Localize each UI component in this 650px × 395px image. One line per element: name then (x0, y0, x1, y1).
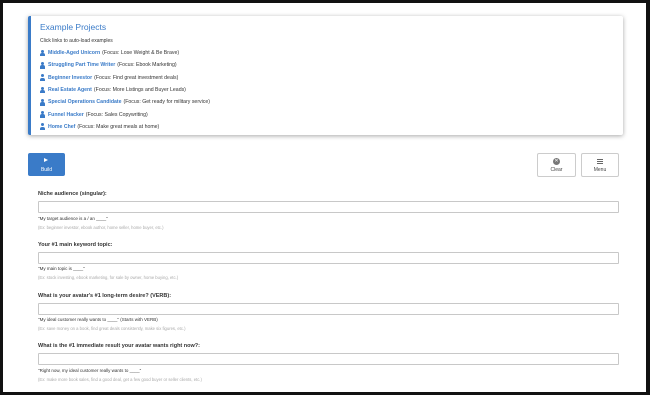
niche-audience-input[interactable] (38, 201, 619, 213)
example-projects-list: Middle-Aged Unicorn (Focus: Lose Weight … (40, 47, 600, 133)
project-item: Funnel Hacker (Focus: Sales Copywriting) (40, 108, 600, 120)
user-icon (40, 98, 45, 106)
project-item: Beginner Investor (Focus: Find great inv… (40, 72, 600, 84)
long-term-desire-input[interactable] (38, 303, 619, 315)
niche-audience-label: Niche audience (singular): (38, 191, 107, 197)
clear-button[interactable]: ✕ Clear (537, 153, 576, 177)
immediate-result-input[interactable] (38, 353, 619, 365)
project-focus: (Focus: Get ready for military service) (123, 99, 210, 106)
keyword-topic-input[interactable] (38, 252, 619, 264)
long-term-desire-example: (Ex: save money on a book, find great de… (38, 326, 186, 331)
immediate-result-hint: "Right now, my ideal customer really wan… (38, 368, 142, 373)
project-link[interactable]: Beginner Investor (48, 75, 92, 81)
project-item: Middle-Aged Unicorn (Focus: Lose Weight … (40, 47, 600, 59)
project-item: Home Chef (Focus: Make great meals at ho… (40, 121, 600, 133)
niche-audience-example: (Ex: beginner investor, ebook author, ho… (38, 225, 164, 230)
project-focus: (Focus: Make great meals at home) (77, 123, 160, 130)
hamburger-icon (597, 159, 603, 164)
niche-audience-hint: "My target audience is a / an ____" (38, 216, 108, 221)
example-projects-hint: Click links to auto-load examples (40, 38, 113, 44)
example-projects-panel: Example Projects Click links to auto-loa… (28, 16, 623, 135)
user-icon (40, 74, 45, 82)
project-link[interactable]: Special Operations Candidate (48, 99, 122, 105)
menu-button-label: Menu (593, 167, 607, 173)
long-term-desire-hint: "My ideal customer really wants to ____"… (38, 317, 158, 322)
project-link[interactable]: Real Estate Agent (48, 87, 92, 93)
immediate-result-example: (Ex: make more book sales, find a good d… (38, 377, 202, 382)
page-frame: Example Projects Click links to auto-loa… (3, 3, 646, 392)
clear-icon: ✕ (553, 158, 560, 165)
project-focus: (Focus: Find great investment deals) (94, 74, 179, 81)
play-icon (44, 158, 48, 162)
menu-button[interactable]: Menu (581, 153, 619, 177)
project-item: Struggling Part Time Writer (Focus: Eboo… (40, 59, 600, 71)
project-item: Real Estate Agent (Focus: More Listings … (40, 84, 600, 96)
clear-button-label: Clear (550, 167, 563, 173)
project-focus: (Focus: Ebook Marketing) (117, 62, 177, 69)
long-term-desire-label: What is your avatar's #1 long-term desir… (38, 293, 172, 299)
user-icon (40, 49, 45, 57)
user-icon (40, 111, 45, 118)
example-projects-title: Example Projects (40, 22, 107, 32)
project-link[interactable]: Home Chef (48, 124, 75, 130)
project-item: Special Operations Candidate (Focus: Get… (40, 96, 600, 108)
keyword-topic-example: (Ex: stock investing, ebook marketing, f… (38, 275, 179, 280)
build-button[interactable]: Build (28, 153, 65, 176)
project-link[interactable]: Funnel Hacker (48, 112, 84, 118)
build-button-label: Build (40, 167, 53, 173)
project-focus: (Focus: Sales Copywriting) (85, 111, 148, 118)
user-icon (40, 123, 45, 131)
keyword-topic-label: Your #1 main keyword topic: (38, 242, 113, 248)
project-link[interactable]: Struggling Part Time Writer (48, 62, 115, 68)
user-icon (40, 86, 45, 94)
keyword-topic-hint: "My main topic is ____" (38, 266, 85, 271)
project-focus: (Focus: Lose Weight & Be Brave) (102, 50, 180, 57)
immediate-result-label: What is the #1 immediate result your ava… (38, 343, 200, 349)
project-focus: (Focus: More Listings and Buyer Leads) (93, 87, 186, 94)
project-link[interactable]: Middle-Aged Unicorn (48, 50, 100, 56)
user-icon (40, 61, 45, 69)
